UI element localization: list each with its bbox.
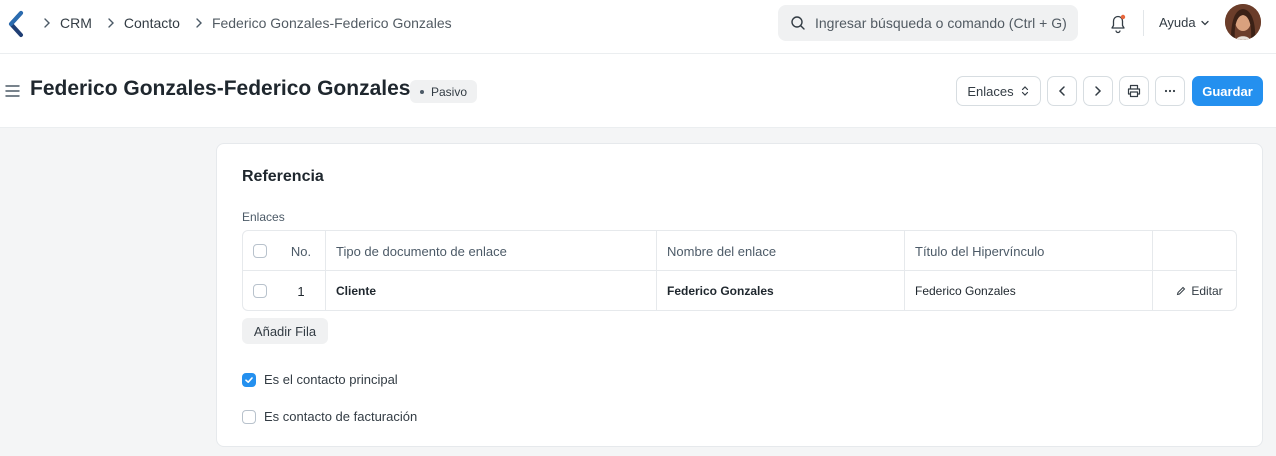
search-bar[interactable]: Ingresar búsqueda o comando (Ctrl + G): [778, 5, 1078, 41]
edit-row-button[interactable]: Editar: [1163, 271, 1236, 311]
page-header: Federico Gonzales-Federico Gonzales Pasi…: [0, 54, 1276, 128]
links-field-label: Enlaces: [242, 210, 285, 224]
breadcrumb-contacto[interactable]: Contacto: [124, 15, 180, 31]
chevron-down-icon: [1200, 20, 1209, 25]
breadcrumb-current[interactable]: Federico Gonzales-Federico Gonzales: [212, 15, 452, 31]
table-header-row: No. Tipo de documento de enlace Nombre d…: [243, 231, 1236, 271]
bell-icon[interactable]: [1108, 12, 1128, 34]
search-icon: [791, 16, 805, 30]
row-checkbox[interactable]: [253, 284, 267, 298]
row-select-cell: [253, 271, 269, 311]
select-all-cell: [253, 231, 269, 271]
sort-icon: [1021, 86, 1028, 96]
row-number: 1: [297, 283, 305, 299]
next-doc-button[interactable]: [1083, 76, 1113, 106]
is-primary-contact-label: Es el contacto principal: [264, 372, 398, 387]
links-dropdown-button[interactable]: Enlaces: [956, 76, 1041, 106]
column-header-no: No.: [290, 243, 312, 259]
previous-doc-button[interactable]: [1047, 76, 1077, 106]
edit-row-label: Editar: [1191, 284, 1223, 298]
divider: [1143, 10, 1144, 36]
avatar[interactable]: [1225, 4, 1261, 40]
column-header-link-doctype: Tipo de documento de enlace: [336, 243, 507, 259]
more-icon: [1164, 89, 1176, 93]
checkmark-icon: [245, 376, 253, 383]
is-billing-contact-label: Es contacto de facturación: [264, 409, 418, 424]
help-dropdown[interactable]: Ayuda: [1159, 15, 1210, 30]
chevron-right-icon: [108, 18, 114, 28]
breadcrumb: CRM Contacto Federico Gonzales-Federico …: [40, 14, 464, 32]
is-primary-contact-field[interactable]: Es el contacto principal: [242, 372, 398, 387]
cell-link-title[interactable]: Federico Gonzales: [915, 271, 1151, 311]
avatar-image: [1225, 4, 1261, 40]
pencil-icon: [1177, 286, 1186, 296]
top-navbar: CRM Contacto Federico Gonzales-Federico …: [0, 0, 1276, 54]
column-header-link-name: Nombre del enlace: [667, 243, 777, 259]
status-badge: Pasivo: [410, 80, 478, 103]
cell-link-doctype[interactable]: Cliente: [336, 271, 656, 311]
breadcrumb-crm[interactable]: CRM: [60, 15, 92, 31]
column-header-link-title: Título del Hipervínculo: [915, 243, 1045, 259]
links-table: No. Tipo de documento de enlace Nombre d…: [242, 230, 1237, 311]
is-billing-contact-checkbox[interactable]: [242, 409, 256, 424]
menu-icon[interactable]: [5, 84, 20, 98]
chevron-right-icon: [196, 18, 202, 28]
save-button[interactable]: Guardar: [1192, 76, 1263, 106]
select-all-checkbox[interactable]: [253, 244, 267, 258]
chevron-left-icon: [1058, 86, 1065, 96]
form-card: Referencia Enlaces No. Tipo de documento…: [216, 143, 1263, 447]
page-title: Federico Gonzales-Federico Gonzales: [30, 77, 411, 100]
help-label: Ayuda: [1159, 15, 1196, 30]
print-button[interactable]: [1119, 76, 1149, 106]
chevron-right-icon: [44, 18, 50, 28]
printer-icon: [1127, 84, 1141, 98]
is-billing-contact-field[interactable]: Es contacto de facturación: [242, 409, 417, 424]
more-actions-button[interactable]: [1155, 76, 1185, 106]
app-logo-icon[interactable]: [6, 10, 26, 38]
section-title: Referencia: [242, 168, 324, 185]
cell-link-name[interactable]: Federico Gonzales: [667, 271, 903, 311]
chevron-right-icon: [1095, 86, 1102, 96]
is-primary-contact-checkbox[interactable]: [242, 372, 256, 387]
add-row-button[interactable]: Añadir Fila: [242, 318, 328, 344]
links-button-label: Enlaces: [967, 83, 1014, 99]
table-row[interactable]: 1 Cliente Federico Gonzales Federico Gon…: [243, 271, 1236, 311]
search-placeholder: Ingresar búsqueda o comando (Ctrl + G): [815, 15, 1067, 31]
